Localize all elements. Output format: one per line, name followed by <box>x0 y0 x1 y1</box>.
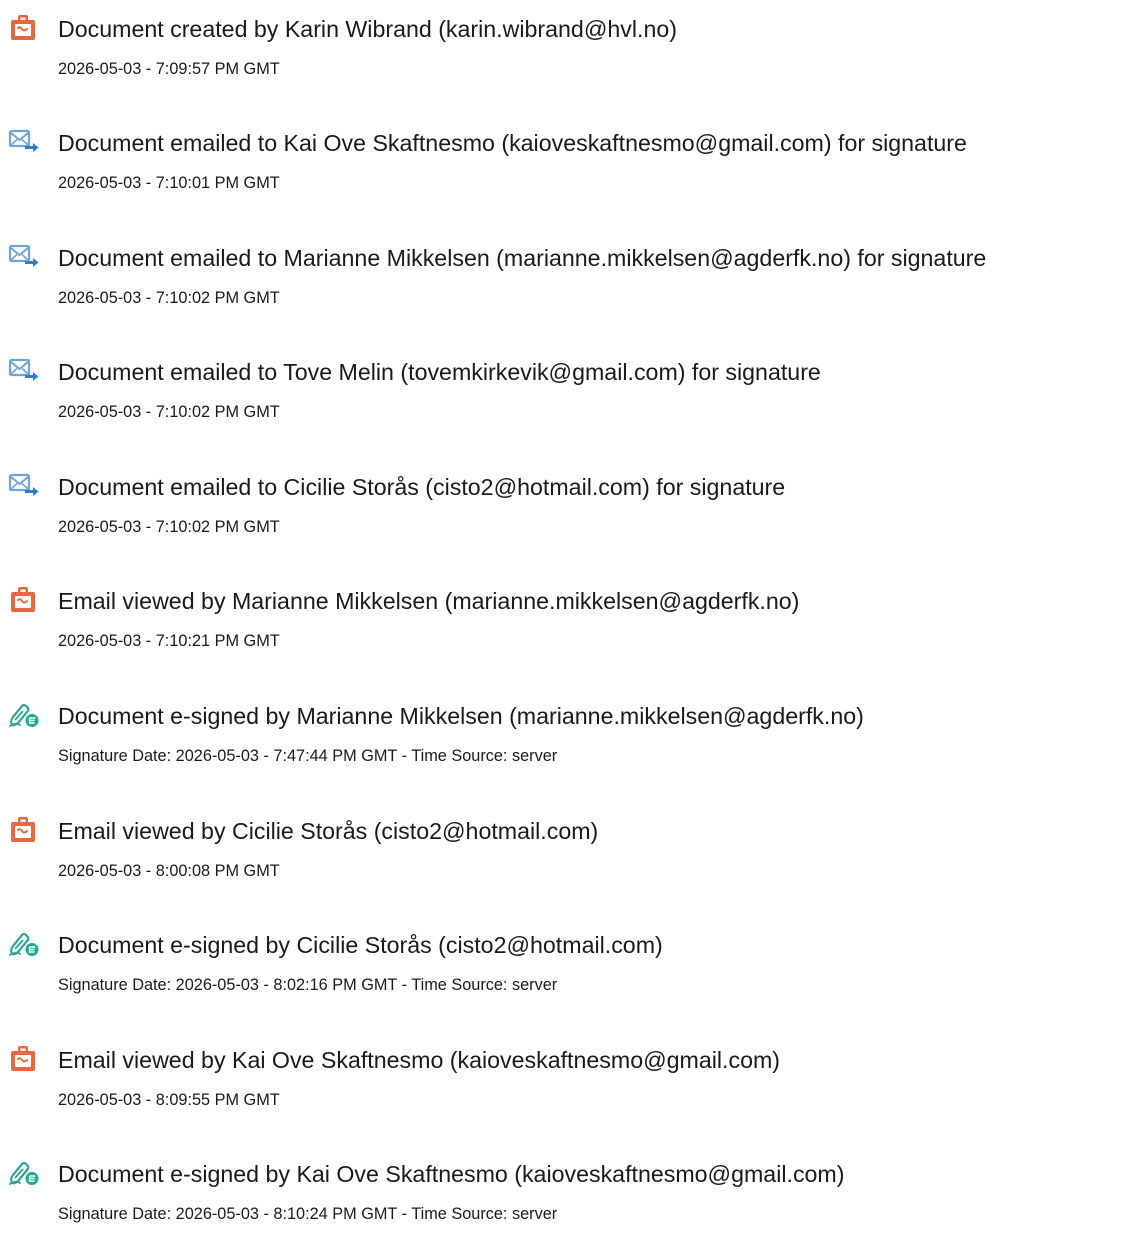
log-entry: Document created by Karin Wibrand (karin… <box>0 12 1127 112</box>
event-title: Email viewed by Cicilie Storås (cisto2@h… <box>58 818 599 844</box>
event-title: Document emailed to Tove Melin (tovemkir… <box>58 359 821 385</box>
event-title: Document emailed to Marianne Mikkelsen (… <box>58 245 987 271</box>
event-timestamp: 2026-05-03 - 8:00:08 PM GMT <box>58 862 280 880</box>
event-title: Document created by Karin Wibrand (karin… <box>58 16 677 42</box>
log-entry: Email viewed by Marianne Mikkelsen (mari… <box>0 584 1127 684</box>
e-sign-pen-icon <box>8 701 40 731</box>
log-entry: Email viewed by Cicilie Storås (cisto2@h… <box>0 814 1127 914</box>
event-timestamp: 2026-05-03 - 7:10:01 PM GMT <box>58 174 280 192</box>
event-title: Document emailed to Cicilie Storås (cist… <box>58 474 786 500</box>
log-entry: Document emailed to Tove Melin (tovemkir… <box>0 355 1127 455</box>
signature-details: Signature Date: 2026-05-03 - 8:10:24 PM … <box>58 1205 558 1223</box>
log-entry: Document emailed to Kai Ove Skaftnesmo (… <box>0 126 1127 226</box>
signature-details: Signature Date: 2026-05-03 - 7:47:44 PM … <box>58 747 558 765</box>
log-entry: Document emailed to Cicilie Storås (cist… <box>0 470 1127 570</box>
event-title: Document emailed to Kai Ove Skaftnesmo (… <box>58 130 967 156</box>
document-icon <box>8 816 40 846</box>
email-sent-icon <box>8 128 40 158</box>
event-title: Document e-signed by Cicilie Storås (cis… <box>58 932 663 958</box>
event-timestamp: 2026-05-03 - 7:09:57 PM GMT <box>58 60 280 78</box>
document-icon <box>8 1045 40 1075</box>
log-entry: Document e-signed by Cicilie Storås (cis… <box>0 928 1127 1028</box>
event-title: Email viewed by Kai Ove Skaftnesmo (kaio… <box>58 1047 781 1073</box>
e-sign-pen-icon <box>8 1159 40 1189</box>
log-entry: Document emailed to Marianne Mikkelsen (… <box>0 241 1127 341</box>
signature-details: Signature Date: 2026-05-03 - 8:02:16 PM … <box>58 976 558 994</box>
log-entry: Document e-signed by Kai Ove Skaftnesmo … <box>0 1157 1127 1257</box>
event-timestamp: 2026-05-03 - 8:09:55 PM GMT <box>58 1091 280 1109</box>
event-title: Document e-signed by Kai Ove Skaftnesmo … <box>58 1161 845 1187</box>
log-entry: Document e-signed by Marianne Mikkelsen … <box>0 699 1127 799</box>
event-title: Document e-signed by Marianne Mikkelsen … <box>58 703 864 729</box>
event-timestamp: 2026-05-03 - 7:10:02 PM GMT <box>58 403 280 421</box>
email-sent-icon <box>8 243 40 273</box>
email-sent-icon <box>8 357 40 387</box>
e-sign-pen-icon <box>8 930 40 960</box>
email-sent-icon <box>8 472 40 502</box>
log-entry: Email viewed by Kai Ove Skaftnesmo (kaio… <box>0 1043 1127 1143</box>
event-timestamp: 2026-05-03 - 7:10:02 PM GMT <box>58 518 280 536</box>
event-title: Email viewed by Marianne Mikkelsen (mari… <box>58 588 800 614</box>
document-icon <box>8 14 40 44</box>
event-timestamp: 2026-05-03 - 7:10:21 PM GMT <box>58 632 280 650</box>
event-timestamp: 2026-05-03 - 7:10:02 PM GMT <box>58 289 280 307</box>
document-icon <box>8 586 40 616</box>
